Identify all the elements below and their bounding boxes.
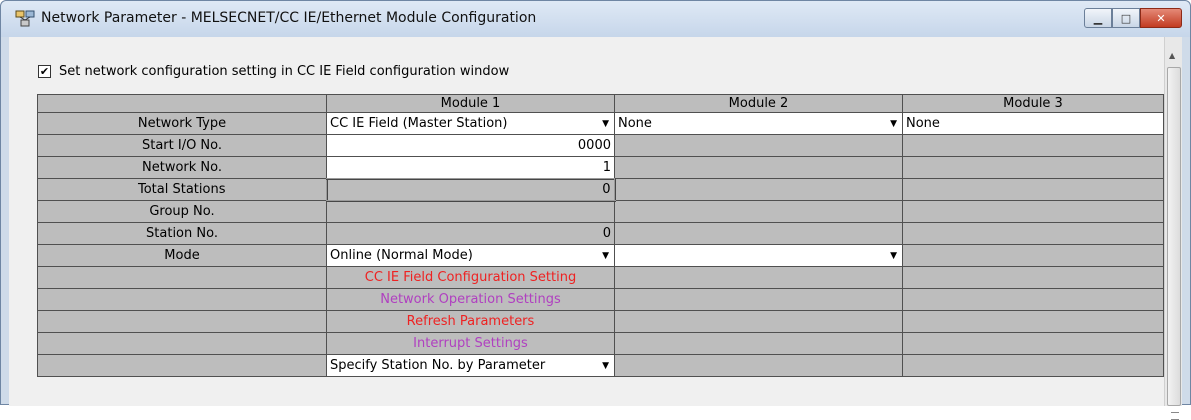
header-module-3: Module 3 — [902, 94, 1164, 113]
config-window-checkbox-label: Set network configuration setting in CC … — [59, 64, 510, 79]
scroll-up-icon[interactable]: ▲ — [1169, 51, 1175, 60]
row-label-group-no: Group No. — [37, 200, 327, 223]
station-no-module-3-cell — [902, 222, 1164, 245]
header-corner — [37, 94, 327, 113]
minimize-button[interactable]: ▁ — [1084, 8, 1112, 28]
table-row: Network Type CC IE Field (Master Station… — [37, 112, 1164, 135]
specify-station-module-2-cell — [614, 354, 903, 377]
network-type-module-1-value: CC IE Field (Master Station) — [330, 116, 508, 131]
group-no-module-1-cell — [326, 200, 615, 223]
table-row: Interrupt Settings — [37, 332, 1164, 355]
table-row: Refresh Parameters — [37, 310, 1164, 333]
cc-ie-field-configuration-setting-button[interactable]: CC IE Field Configuration Setting — [326, 266, 615, 289]
row-label-empty — [37, 288, 327, 311]
net-op-module-2-cell — [614, 288, 903, 311]
start-io-module-3-cell — [902, 134, 1164, 157]
interrupt-module-3-cell — [902, 332, 1164, 355]
refresh-parameters-button[interactable]: Refresh Parameters — [326, 310, 615, 333]
row-label-network-no: Network No. — [37, 156, 327, 179]
scroll-grip-icon — [1171, 412, 1179, 420]
mode-module-3-cell — [902, 244, 1164, 267]
table-row: Group No. — [37, 200, 1164, 223]
table-row: Station No. 0 — [37, 222, 1164, 245]
group-no-module-3-cell — [902, 200, 1164, 223]
header-row: Module 1 Module 2 Module 3 — [37, 94, 1164, 113]
total-stations-module-3-cell — [902, 178, 1164, 201]
specify-station-module-1-select[interactable]: Specify Station No. by Parameter ▼ — [326, 354, 615, 377]
network-no-module-3-cell — [902, 156, 1164, 179]
vertical-scrollbar[interactable]: ▲ — [1164, 37, 1182, 420]
start-io-module-2-cell — [614, 134, 903, 157]
cc-ie-config-module-3-cell — [902, 266, 1164, 289]
network-type-module-2-value: None — [618, 116, 652, 131]
network-no-module-1-input[interactable]: 1 — [326, 156, 615, 179]
dropdown-arrow-icon[interactable]: ▼ — [890, 251, 899, 261]
row-label-empty — [37, 310, 327, 333]
net-op-module-3-cell — [902, 288, 1164, 311]
table-row: CC IE Field Configuration Setting — [37, 266, 1164, 289]
network-type-module-3-select[interactable]: None — [902, 112, 1164, 135]
refresh-module-2-cell — [614, 310, 903, 333]
row-label-station-no: Station No. — [37, 222, 327, 245]
interrupt-settings-button[interactable]: Interrupt Settings — [326, 332, 615, 355]
total-stations-module-1-value: 0 — [325, 177, 616, 202]
header-module-1: Module 1 — [326, 94, 615, 113]
header-module-2: Module 2 — [614, 94, 903, 113]
config-window-checkbox-row[interactable]: ✔ Set network configuration setting in C… — [38, 64, 509, 79]
close-button[interactable]: ✕ — [1140, 8, 1182, 28]
dropdown-arrow-icon[interactable]: ▼ — [602, 119, 611, 129]
dropdown-arrow-icon[interactable]: ▼ — [602, 251, 611, 261]
mode-module-1-value: Online (Normal Mode) — [330, 248, 473, 263]
dropdown-arrow-icon[interactable]: ▼ — [890, 119, 899, 129]
table-row: Start I/O No. 0000 — [37, 134, 1164, 157]
specify-station-module-3-cell — [902, 354, 1164, 377]
scrollbar-thumb[interactable] — [1167, 67, 1181, 420]
cc-ie-config-module-2-cell — [614, 266, 903, 289]
row-label-total-stations: Total Stations — [37, 178, 327, 201]
dropdown-arrow-icon[interactable]: ▼ — [602, 361, 611, 371]
maximize-button[interactable]: □ — [1112, 8, 1140, 28]
row-label-mode: Mode — [37, 244, 327, 267]
row-label-start-io: Start I/O No. — [37, 134, 327, 157]
specify-station-module-1-value: Specify Station No. by Parameter — [330, 358, 546, 373]
network-no-module-2-cell — [614, 156, 903, 179]
row-label-empty — [37, 332, 327, 355]
total-stations-module-2-cell — [614, 178, 903, 201]
row-label-empty — [37, 266, 327, 289]
station-no-module-1-value: 0 — [326, 222, 615, 245]
row-label-network-type: Network Type — [37, 112, 327, 135]
content-area: ✔ Set network configuration setting in C… — [9, 37, 1182, 420]
network-type-module-1-select[interactable]: CC IE Field (Master Station) ▼ — [326, 112, 615, 135]
interrupt-module-2-cell — [614, 332, 903, 355]
network-type-module-2-select[interactable]: None ▼ — [614, 112, 903, 135]
mode-module-2-select[interactable]: ▼ — [614, 244, 903, 267]
window-title: Network Parameter - MELSECNET/CC IE/Ethe… — [41, 10, 537, 26]
start-io-module-1-input[interactable]: 0000 — [326, 134, 615, 157]
group-no-module-2-cell — [614, 200, 903, 223]
table-row: Network Operation Settings — [37, 288, 1164, 311]
app-window: Network Parameter - MELSECNET/CC IE/Ethe… — [0, 0, 1191, 420]
mode-module-1-select[interactable]: Online (Normal Mode) ▼ — [326, 244, 615, 267]
table-row: Total Stations 0 — [37, 177, 1164, 202]
table-row: Network No. 1 — [37, 156, 1164, 179]
config-window-checkbox[interactable]: ✔ — [38, 65, 51, 78]
window-controls: ▁ □ ✕ — [1084, 8, 1182, 28]
station-no-module-2-cell — [614, 222, 903, 245]
network-operation-settings-button[interactable]: Network Operation Settings — [326, 288, 615, 311]
table-row: Specify Station No. by Parameter ▼ — [37, 354, 1164, 377]
table-row: Mode Online (Normal Mode) ▼ ▼ — [37, 244, 1164, 267]
refresh-module-3-cell — [902, 310, 1164, 333]
network-parameter-icon — [15, 10, 35, 27]
network-type-module-3-value: None — [906, 116, 940, 131]
row-label-empty — [37, 354, 327, 377]
module-parameter-grid: Module 1 Module 2 Module 3 Network Type … — [37, 94, 1164, 377]
title-bar[interactable]: Network Parameter - MELSECNET/CC IE/Ethe… — [1, 1, 1190, 37]
